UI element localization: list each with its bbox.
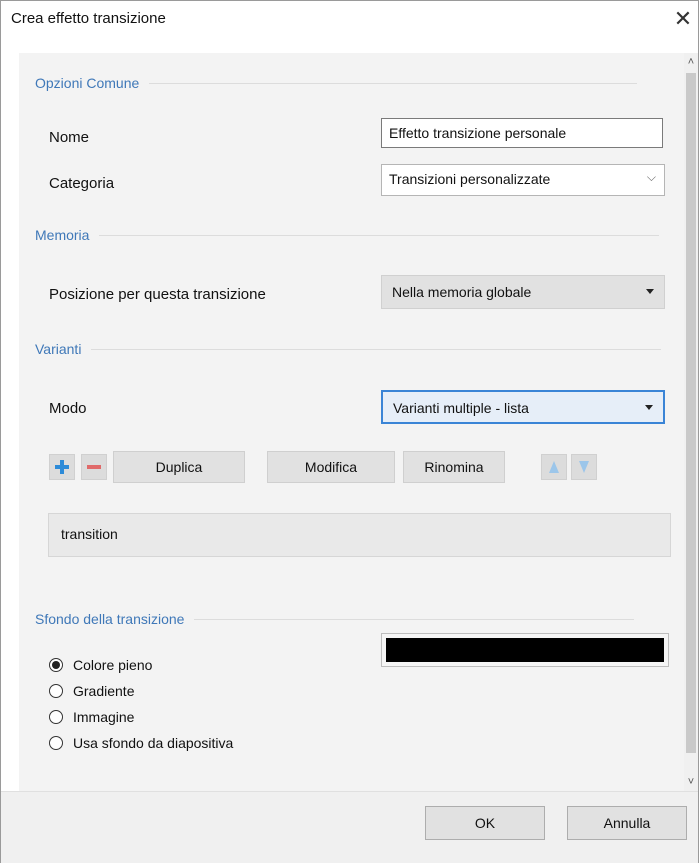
section-header-memory: Memoria [35,227,660,243]
minus-icon [87,465,101,469]
move-down-button[interactable] [571,454,597,480]
category-label: Categoria [49,175,115,192]
radio-slide-background[interactable]: Usa sfondo da diapositiva [49,735,233,751]
scroll-up-icon[interactable]: ˄ [684,55,698,69]
category-select[interactable]: Transizioni personalizzate ⌵ [381,164,665,196]
name-label: Nome [49,129,90,146]
section-title-background: Sfondo della transizione [35,611,185,627]
dialog-footer: OK Annulla [1,791,698,863]
scroll-down-icon[interactable]: ˅ [684,775,698,789]
duplicate-button[interactable]: Duplica [113,451,245,483]
chevron-down-icon: ⌵ [646,170,656,184]
section-divider [91,348,662,350]
radio-button[interactable] [49,736,63,750]
category-value: Transizioni personalizzate [389,171,551,187]
color-picker-button[interactable] [381,633,669,667]
scroll-thumb[interactable] [686,73,696,753]
section-title-memory: Memoria [35,227,90,243]
vertical-scrollbar[interactable]: ˄ ˅ [684,53,698,791]
arrow-down-icon [579,461,589,473]
radio-solid-color[interactable]: Colore pieno [49,657,152,673]
position-label: Posizione per questa transizione [49,286,266,303]
position-dropdown[interactable]: Nella memoria globale [381,275,665,309]
radio-button[interactable] [49,658,63,672]
section-header-common: Opzioni Comune [35,75,638,91]
dropdown-arrow-icon [645,405,653,410]
section-header-background: Sfondo della transizione [35,611,635,627]
section-title-common: Opzioni Comune [35,75,140,91]
window-title: Crea effetto transizione [11,10,166,27]
remove-variant-button[interactable] [81,454,107,480]
section-divider [99,234,660,236]
add-variant-button[interactable] [49,454,75,480]
radio-image[interactable]: Immagine [49,709,134,725]
content-panel: Opzioni Comune Nome Effetto transizione … [19,53,685,791]
mode-dropdown[interactable]: Varianti multiple - lista [381,390,665,424]
radio-label: Immagine [73,709,135,725]
section-divider [149,82,638,84]
dialog-window: Crea effetto transizione ✕ Opzioni Comun… [0,0,699,863]
section-header-variants: Varianti [35,341,662,357]
dropdown-arrow-icon [646,289,654,294]
radio-label: Usa sfondo da diapositiva [73,735,234,751]
ok-button[interactable]: OK [425,806,545,840]
radio-button[interactable] [49,684,63,698]
section-title-variants: Varianti [35,341,82,357]
close-icon[interactable]: ✕ [670,7,696,33]
edit-button[interactable]: Modifica [267,451,395,483]
rename-button[interactable]: Rinomina [403,451,505,483]
name-input[interactable]: Effetto transizione personale [381,118,663,148]
radio-label: Colore pieno [73,657,153,673]
cancel-button[interactable]: Annulla [567,806,687,840]
radio-label: Gradiente [73,683,135,699]
plus-icon [55,460,69,474]
move-up-button[interactable] [541,454,567,480]
variant-list[interactable]: transition [48,513,671,557]
section-divider [194,618,635,620]
color-swatch-fill [386,638,664,662]
radio-gradient[interactable]: Gradiente [49,683,134,699]
mode-value: Varianti multiple - lista [393,400,529,416]
list-item[interactable]: transition [61,526,118,542]
position-value: Nella memoria globale [392,284,532,300]
title-bar: Crea effetto transizione ✕ [1,1,698,41]
arrow-up-icon [549,461,559,473]
radio-button[interactable] [49,710,63,724]
mode-label: Modo [49,400,87,417]
